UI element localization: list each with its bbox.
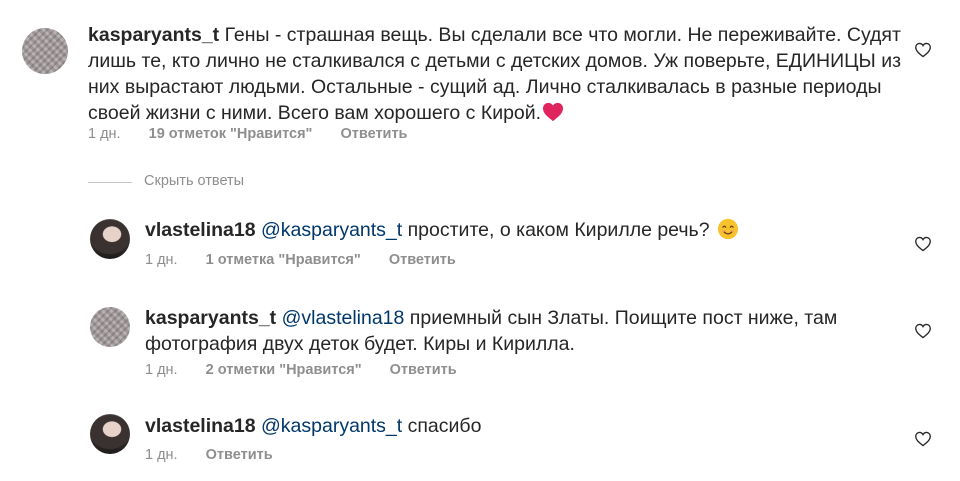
likes-count[interactable]: 2 отметки "Нравится"	[206, 362, 362, 378]
avatar[interactable]	[90, 307, 130, 347]
likes-count[interactable]: 19 отметок "Нравится"	[149, 126, 313, 142]
reply-button[interactable]: Ответить	[206, 447, 273, 463]
avatar[interactable]	[22, 28, 68, 74]
comment-time[interactable]: 1 дн.	[145, 447, 178, 463]
avatar[interactable]	[90, 219, 130, 259]
comment-body: kasparyants_t @vlastelina18 приемный сын…	[145, 305, 885, 357]
heart-outline-icon[interactable]	[914, 42, 932, 58]
comment-body: vlastelina18 @kasparyants_t простите, о …	[145, 217, 885, 243]
comment-body: kasparyants_t Гены - страшная вещь. Вы с…	[88, 22, 903, 126]
hide-replies-label[interactable]: Скрыть ответы	[144, 173, 244, 189]
comment-username[interactable]: kasparyants_t	[145, 307, 276, 329]
mention-link[interactable]: @vlastelina18	[282, 307, 405, 329]
comment-text: простите, о каком Кирилле речь?	[407, 219, 710, 241]
red-heart-emoji-icon	[543, 102, 564, 122]
heart-outline-icon[interactable]	[914, 236, 932, 252]
comment-username[interactable]: vlastelina18	[145, 219, 256, 241]
comment-meta: 1 дн. 1 отметка "Нравится" Ответить	[145, 252, 480, 268]
reply-button[interactable]: Ответить	[389, 252, 456, 268]
divider	[88, 182, 132, 183]
avatar[interactable]	[90, 414, 130, 454]
likes-count[interactable]: 1 отметка "Нравится"	[206, 252, 361, 268]
comment-body: vlastelina18 @kasparyants_t спасибо	[145, 413, 885, 439]
heart-outline-icon[interactable]	[914, 431, 932, 447]
comment-time[interactable]: 1 дн.	[88, 126, 121, 142]
comment-text: спасибо	[407, 415, 482, 437]
comment-meta: 1 дн. Ответить	[145, 447, 297, 463]
comment-username[interactable]: vlastelina18	[145, 415, 256, 437]
smiling-face-emoji-icon	[717, 218, 739, 240]
reply-button[interactable]: Ответить	[340, 126, 407, 142]
mention-link[interactable]: @kasparyants_t	[261, 415, 402, 437]
comment-username[interactable]: kasparyants_t	[88, 24, 219, 46]
reply-button[interactable]: Ответить	[390, 362, 457, 378]
comment-time[interactable]: 1 дн.	[145, 362, 178, 378]
comment-meta: 1 дн. 2 отметки "Нравится" Ответить	[145, 362, 481, 378]
comment-meta: 1 дн. 19 отметок "Нравится" Ответить	[88, 126, 431, 142]
heart-outline-icon[interactable]	[914, 323, 932, 339]
comment-time[interactable]: 1 дн.	[145, 252, 178, 268]
mention-link[interactable]: @kasparyants_t	[261, 219, 402, 241]
